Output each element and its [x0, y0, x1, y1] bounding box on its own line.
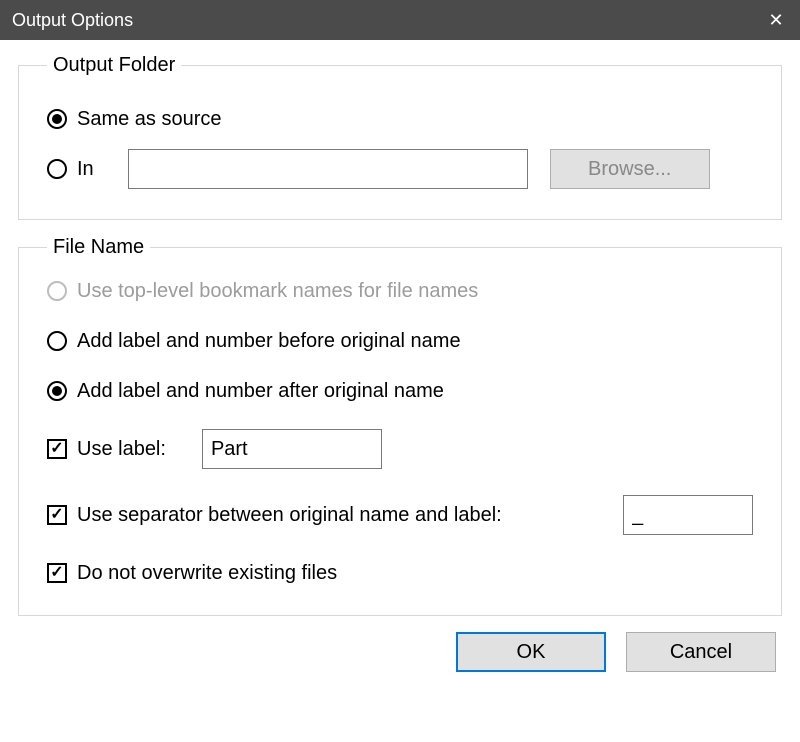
use-bookmark-label: Use top-level bookmark names for file na… — [77, 279, 478, 303]
window-title: Output Options — [12, 10, 133, 31]
add-before-label: Add label and number before original nam… — [77, 329, 461, 353]
dialog-footer: OK Cancel — [18, 632, 782, 672]
use-separator-label: Use separator between original name and … — [77, 503, 502, 527]
ok-button[interactable]: OK — [456, 632, 606, 672]
same-as-source-radio[interactable] — [47, 109, 67, 129]
in-folder-row: In Browse... — [47, 149, 753, 189]
use-label-checkbox[interactable] — [47, 439, 67, 459]
use-bookmark-radio — [47, 281, 67, 301]
titlebar: Output Options ✕ — [0, 0, 800, 40]
add-after-label: Add label and number after original name — [77, 379, 444, 403]
same-as-source-row[interactable]: Same as source — [47, 107, 753, 131]
same-as-source-label: Same as source — [77, 107, 222, 131]
separator-input[interactable] — [623, 495, 753, 535]
in-folder-radio[interactable] — [47, 159, 67, 179]
file-name-group: File Name Use top-level bookmark names f… — [18, 236, 782, 616]
add-after-radio[interactable] — [47, 381, 67, 401]
dialog-content: Output Folder Same as source In Browse..… — [0, 40, 800, 684]
use-separator-row: Use separator between original name and … — [47, 495, 753, 535]
use-label-label: Use label: — [77, 437, 166, 461]
use-separator-checkbox[interactable] — [47, 505, 67, 525]
folder-path-input[interactable] — [128, 149, 528, 189]
browse-button[interactable]: Browse... — [550, 149, 710, 189]
use-bookmark-row: Use top-level bookmark names for file na… — [47, 279, 753, 303]
add-before-radio[interactable] — [47, 331, 67, 351]
add-after-row[interactable]: Add label and number after original name — [47, 379, 753, 403]
close-icon[interactable]: ✕ — [764, 11, 788, 29]
no-overwrite-checkbox[interactable] — [47, 563, 67, 583]
no-overwrite-row: Do not overwrite existing files — [47, 561, 753, 585]
file-name-legend: File Name — [47, 236, 150, 259]
label-input[interactable] — [202, 429, 382, 469]
add-before-row[interactable]: Add label and number before original nam… — [47, 329, 753, 353]
use-label-row: Use label: — [47, 429, 753, 469]
no-overwrite-label: Do not overwrite existing files — [77, 561, 337, 585]
in-folder-label: In — [77, 157, 94, 181]
cancel-button[interactable]: Cancel — [626, 632, 776, 672]
output-folder-legend: Output Folder — [47, 54, 181, 77]
output-folder-group: Output Folder Same as source In Browse..… — [18, 54, 782, 220]
